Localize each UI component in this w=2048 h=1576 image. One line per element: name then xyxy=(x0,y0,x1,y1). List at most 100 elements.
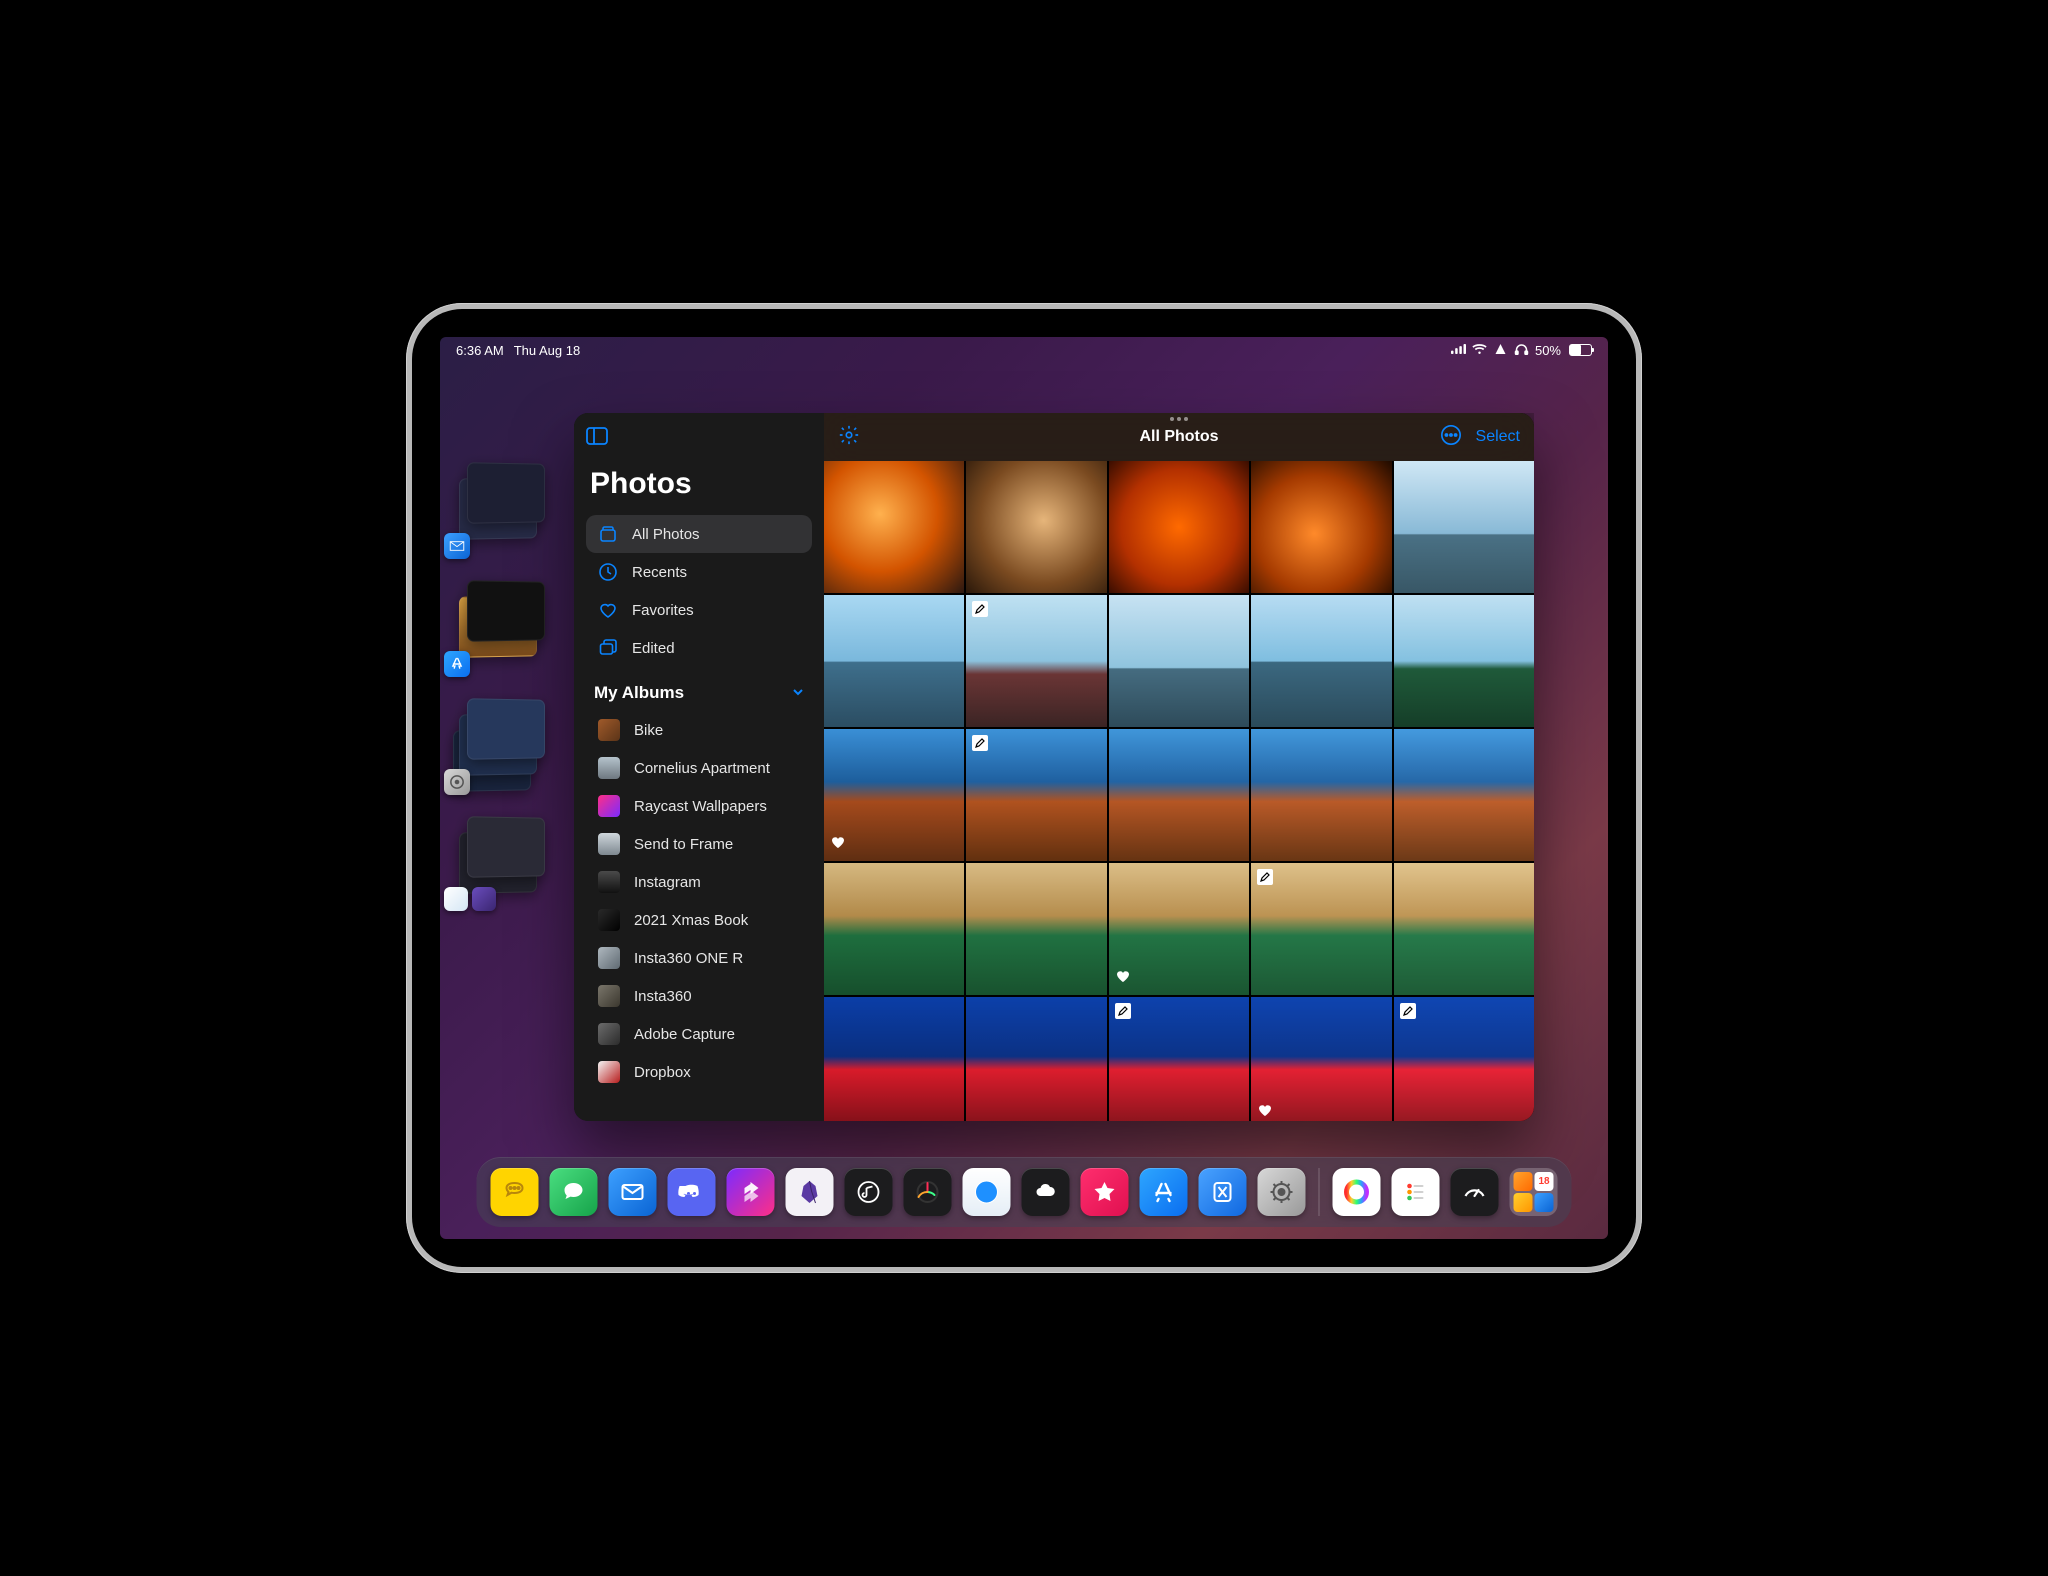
dock-app-settings[interactable] xyxy=(1258,1168,1306,1216)
photo-thumbnail[interactable] xyxy=(966,863,1106,995)
album-item-raycast-wallpapers[interactable]: Raycast Wallpapers xyxy=(586,787,812,825)
dock-app-shortcuts[interactable] xyxy=(727,1168,775,1216)
more-button[interactable] xyxy=(1440,424,1462,451)
album-label: Bike xyxy=(634,722,663,739)
photo-thumbnail[interactable] xyxy=(1109,997,1249,1121)
sidebar-item-label: Recents xyxy=(632,564,687,581)
gear-button[interactable] xyxy=(838,424,860,451)
photo-thumbnail[interactable] xyxy=(1394,461,1534,593)
dock-app-appstore[interactable] xyxy=(1140,1168,1188,1216)
album-item-instagram[interactable]: Instagram xyxy=(586,863,812,901)
photo-thumbnail[interactable] xyxy=(1251,997,1391,1121)
photo-thumbnail[interactable] xyxy=(1394,729,1534,861)
album-item-insta360[interactable]: Insta360 xyxy=(586,977,812,1015)
photo-thumbnail[interactable] xyxy=(824,729,964,861)
app-title: Photos xyxy=(586,467,812,501)
photo-thumbnail[interactable] xyxy=(966,997,1106,1121)
dock-separator xyxy=(1319,1168,1320,1216)
album-item-dropbox[interactable]: Dropbox xyxy=(586,1053,812,1091)
dock-app-safari[interactable] xyxy=(963,1168,1011,1216)
favorite-heart-icon xyxy=(1257,1102,1273,1121)
album-item-adobe-capture[interactable]: Adobe Capture xyxy=(586,1015,812,1053)
albums-section-header[interactable]: My Albums xyxy=(586,667,812,711)
photo-thumbnail[interactable] xyxy=(1394,595,1534,727)
heart-icon xyxy=(598,600,618,620)
dock-recent-apps[interactable]: 18 xyxy=(1510,1168,1558,1216)
dock-app-star[interactable] xyxy=(1081,1168,1129,1216)
sidebar-toggle-button[interactable] xyxy=(586,427,614,449)
album-item-send-to-frame[interactable]: Send to Frame xyxy=(586,825,812,863)
photo-thumbnail[interactable] xyxy=(1251,863,1391,995)
album-item-2021-xmas-book[interactable]: 2021 Xmas Book xyxy=(586,901,812,939)
photos-stack-icon xyxy=(598,524,618,544)
stage-group-3[interactable] xyxy=(444,693,552,791)
stage-group-1[interactable] xyxy=(444,457,552,555)
sidebar-item-recents[interactable]: Recents xyxy=(586,553,812,591)
edited-badge-icon xyxy=(1400,1003,1416,1019)
stage-group-4[interactable] xyxy=(444,811,552,909)
photo-thumbnail[interactable] xyxy=(1251,729,1391,861)
photo-thumbnail[interactable] xyxy=(824,863,964,995)
album-item-bike[interactable]: Bike xyxy=(586,711,812,749)
photo-thumbnail[interactable] xyxy=(1394,863,1534,995)
battery-percent: 50% xyxy=(1535,343,1561,358)
dock-app-craft[interactable] xyxy=(491,1168,539,1216)
ipad-screen: 6:36 AM Thu Aug 18 50% xyxy=(440,337,1608,1239)
photos-sidebar: Photos All PhotosRecentsFavoritesEdited … xyxy=(574,413,824,1121)
mail-app-icon xyxy=(444,533,470,559)
album-label: 2021 Xmas Book xyxy=(634,912,748,929)
sidebar-item-label: Edited xyxy=(632,640,675,657)
photo-thumbnail[interactable] xyxy=(1251,595,1391,727)
album-thumbnail xyxy=(598,1061,620,1083)
dock-app-icloud[interactable] xyxy=(1022,1168,1070,1216)
dock-app-messages[interactable] xyxy=(550,1168,598,1216)
dock-app-discord[interactable] xyxy=(668,1168,716,1216)
edited-badge-icon xyxy=(1115,1003,1131,1019)
dock-app-obsidian[interactable] xyxy=(786,1168,834,1216)
content-title: All Photos xyxy=(1139,428,1218,446)
sidebar-item-edited[interactable]: Edited xyxy=(586,629,812,667)
dock-app-music[interactable] xyxy=(845,1168,893,1216)
sidebar-item-favorites[interactable]: Favorites xyxy=(586,591,812,629)
sidebar-item-label: Favorites xyxy=(632,602,694,619)
dock-app-gauge[interactable] xyxy=(1451,1168,1499,1216)
album-item-insta360-one-r[interactable]: Insta360 ONE R xyxy=(586,939,812,977)
photo-thumbnail[interactable] xyxy=(1251,461,1391,593)
edited-badge-icon xyxy=(1257,869,1273,885)
status-bar: 6:36 AM Thu Aug 18 50% xyxy=(440,337,1608,363)
dock-app-reminders[interactable] xyxy=(1392,1168,1440,1216)
chevron-down-icon xyxy=(792,685,804,701)
photo-thumbnail[interactable] xyxy=(824,461,964,593)
album-item-cornelius-apartment[interactable]: Cornelius Apartment xyxy=(586,749,812,787)
sidebar-item-label: All Photos xyxy=(632,526,700,543)
photo-thumbnail[interactable] xyxy=(966,595,1106,727)
select-button[interactable]: Select xyxy=(1476,428,1520,446)
album-thumbnail xyxy=(598,719,620,741)
layers-icon xyxy=(598,638,618,658)
photo-thumbnail[interactable] xyxy=(1109,461,1249,593)
photo-thumbnail[interactable] xyxy=(1109,595,1249,727)
dock-app-mail[interactable] xyxy=(609,1168,657,1216)
status-date: Thu Aug 18 xyxy=(514,343,581,358)
dock-app-activity[interactable] xyxy=(904,1168,952,1216)
edited-badge-icon xyxy=(972,735,988,751)
photo-thumbnail[interactable] xyxy=(1394,997,1534,1121)
stage-group-2[interactable] xyxy=(444,575,552,673)
photo-thumbnail[interactable] xyxy=(824,595,964,727)
photo-thumbnail[interactable] xyxy=(1109,729,1249,861)
dock-app-xcode[interactable] xyxy=(1199,1168,1247,1216)
wifi-icon xyxy=(1472,343,1487,358)
album-thumbnail xyxy=(598,947,620,969)
window-grab-handle[interactable] xyxy=(1170,417,1188,421)
album-label: Insta360 ONE R xyxy=(634,950,743,967)
photo-thumbnail[interactable] xyxy=(966,461,1106,593)
album-label: Instagram xyxy=(634,874,701,891)
photo-thumbnail[interactable] xyxy=(966,729,1106,861)
photo-thumbnail[interactable] xyxy=(1109,863,1249,995)
photo-thumbnail[interactable] xyxy=(824,997,964,1121)
cellular-icon xyxy=(1451,343,1466,358)
sidebar-item-all-photos[interactable]: All Photos xyxy=(586,515,812,553)
dock-app-color[interactable] xyxy=(1333,1168,1381,1216)
safari-obsidian-pair-icon xyxy=(444,887,496,913)
album-thumbnail xyxy=(598,757,620,779)
